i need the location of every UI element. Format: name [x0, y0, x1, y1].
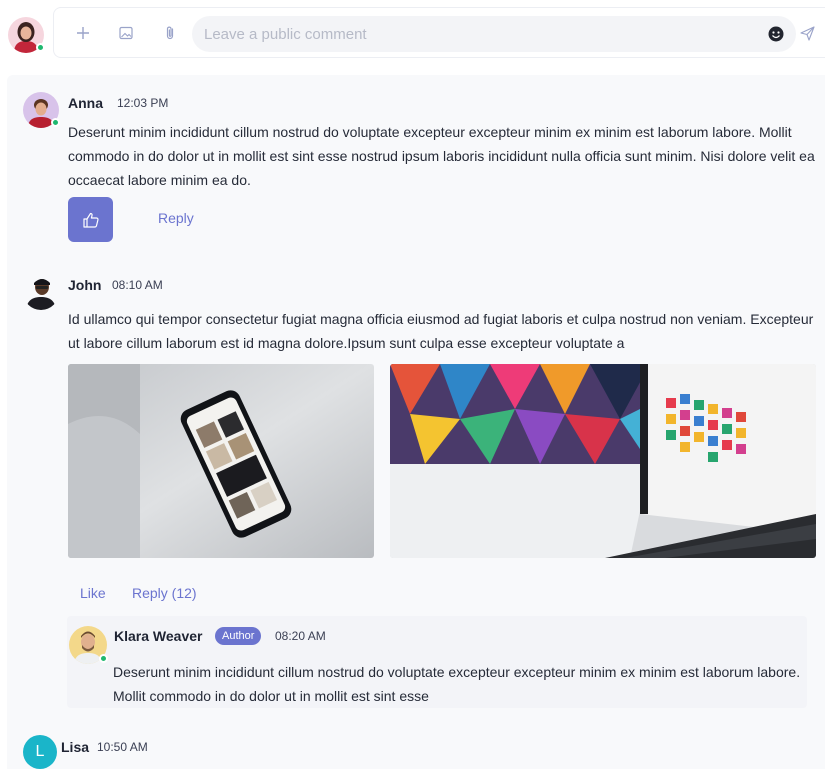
laptop-photo-image [390, 364, 816, 558]
nested-reply: Klara Weaver Author 08:20 AM Deserunt mi… [67, 616, 807, 708]
thumbs-up-icon [82, 212, 99, 228]
comment-time: 12:03 PM [117, 96, 169, 110]
attached-photo-phone[interactable] [68, 364, 374, 558]
online-status-dot [99, 654, 108, 663]
current-user-avatar[interactable] [8, 17, 45, 53]
comment-author[interactable]: John [68, 277, 101, 293]
comment-input[interactable] [204, 16, 744, 52]
phone-photo-image [68, 364, 374, 558]
comment-composer [53, 7, 825, 58]
reply-text: Deserunt minim incididunt cillum nostrud… [113, 664, 801, 704]
attached-photo-laptop[interactable] [390, 364, 816, 558]
reply-author[interactable]: Klara Weaver [114, 628, 202, 644]
reply-time: 08:20 AM [275, 629, 326, 643]
emoji-icon[interactable] [768, 26, 784, 42]
comment-feed: Anna 12:03 PM Deserunt minim incididunt … [7, 75, 825, 769]
comment-text: Id ullamco qui tempor consectetur fugiat… [68, 311, 814, 351]
klara-weaver-avatar[interactable] [69, 626, 108, 664]
comment-time: 08:10 AM [112, 278, 163, 292]
like-link[interactable]: Like [80, 585, 106, 601]
paperclip-icon[interactable] [159, 22, 181, 44]
plus-icon[interactable] [72, 22, 94, 44]
comment-input-wrapper [192, 16, 796, 52]
image-icon[interactable] [115, 22, 137, 44]
anna-avatar[interactable] [23, 92, 60, 128]
reply-count-link[interactable]: Reply (12) [132, 585, 197, 601]
send-icon[interactable] [796, 22, 818, 44]
comment-author[interactable]: Lisa [61, 739, 89, 755]
like-button[interactable] [68, 197, 113, 242]
comment-text: Deserunt minim incididunt cillum nostrud… [68, 124, 815, 188]
john-avatar[interactable] [23, 274, 59, 310]
online-status-dot [51, 118, 60, 127]
avatar-image [23, 274, 59, 310]
online-status-dot [36, 43, 45, 52]
comment-time: 10:50 AM [97, 740, 148, 754]
author-badge: Author [215, 627, 262, 645]
reply-link[interactable]: Reply [158, 210, 194, 226]
lisa-avatar[interactable]: L [23, 735, 57, 769]
comment-author[interactable]: Anna [68, 95, 103, 111]
